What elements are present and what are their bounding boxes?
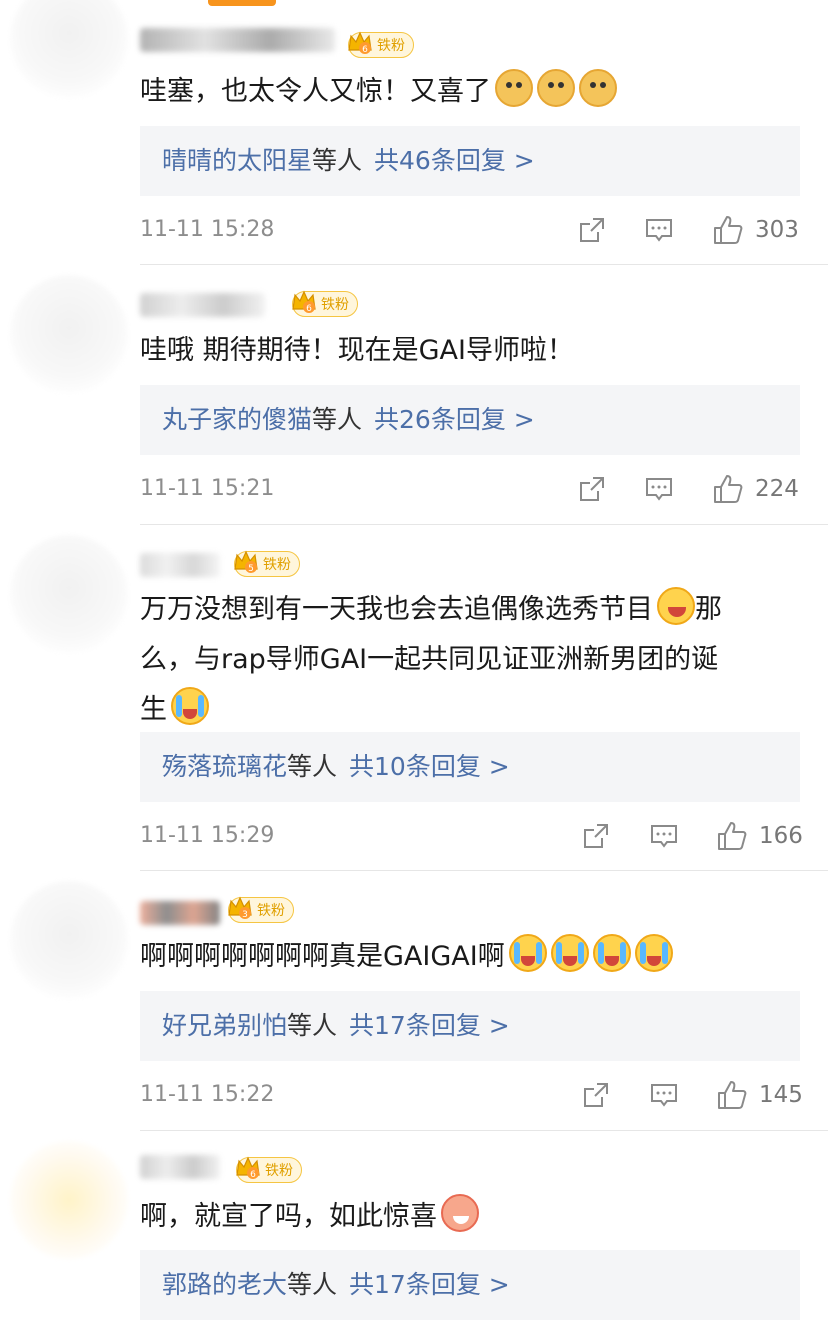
- comment-text: 万万没想到有一天我也会去追偶像选秀节目那 么，与rap导师GAI一起共同见证亚洲…: [140, 585, 810, 735]
- timestamp: 11-11 15:28: [140, 217, 275, 242]
- comment-item: 5 铁粉 万万没想到有一天我也会去追偶像选秀节目那 么，与rap导师GAI一起共…: [0, 525, 828, 871]
- like-icon[interactable]: [712, 473, 744, 505]
- crown-icon: 5: [231, 547, 261, 577]
- comment-meta: 11-11 15:22 145: [140, 1075, 803, 1115]
- comment-text: 哇哦 期待期待！现在是GAI导师啦！: [140, 335, 574, 366]
- comment-icon[interactable]: [650, 1081, 678, 1109]
- reply-names[interactable]: 丸子家的傻猫: [162, 405, 312, 434]
- timestamp: 11-11 15:21: [140, 476, 275, 501]
- badge-label: 铁粉: [265, 1163, 293, 1179]
- comment-icon[interactable]: [650, 822, 678, 850]
- tears-joy-emoji-icon: [634, 934, 673, 972]
- fan-badge: 6 铁粉: [348, 31, 414, 58]
- reply-names[interactable]: 郭路的老大: [162, 1270, 287, 1299]
- comment-meta: 11-11 15:21 224: [140, 469, 800, 509]
- doge-emoji-icon: [495, 69, 533, 107]
- comment-item: 6 铁粉 哇塞，也太令人又惊！又喜了 晴晴的太阳星等人 共46条回复 > 11-1…: [0, 0, 828, 265]
- reply-count-link[interactable]: 共46条回复 >: [374, 146, 535, 175]
- comment-meta: 11-11 15:28 303: [140, 210, 800, 250]
- tears-joy-emoji-icon: [508, 934, 547, 972]
- reply-names[interactable]: 殇落琉璃花: [162, 752, 287, 781]
- avatar[interactable]: [10, 0, 128, 98]
- reply-summary[interactable]: 丸子家的傻猫等人 共26条回复 >: [140, 385, 800, 455]
- avatar[interactable]: [10, 535, 128, 653]
- share-icon[interactable]: [582, 822, 610, 850]
- timestamp: 11-11 15:29: [140, 823, 275, 848]
- reply-names[interactable]: 晴晴的太阳星: [162, 146, 312, 175]
- avatar[interactable]: [10, 881, 128, 999]
- reply-count-link[interactable]: 共26条回复 >: [374, 405, 535, 434]
- comment-item: 6 铁粉 啊，就宣了吗，如此惊喜 郭路的老大等人 共17条回复 >: [0, 1131, 828, 1330]
- comment-icon[interactable]: [645, 216, 673, 244]
- username-blurred[interactable]: [140, 901, 220, 925]
- like-icon[interactable]: [716, 1079, 748, 1111]
- share-icon[interactable]: [582, 1081, 610, 1109]
- cute-face-emoji-icon: [441, 1194, 479, 1232]
- svg-text:6: 6: [250, 1170, 256, 1180]
- avatar[interactable]: [10, 275, 128, 393]
- comment-text: 哇塞，也太令人又惊！又喜了: [140, 68, 810, 116]
- crown-icon: 3: [225, 893, 255, 923]
- like-count: 224: [755, 476, 799, 502]
- laugh-cry-emoji-icon: [657, 587, 695, 625]
- fan-badge: 6 铁粉: [236, 1156, 302, 1183]
- share-icon[interactable]: [578, 216, 606, 244]
- comment-icon[interactable]: [645, 475, 673, 503]
- svg-text:6: 6: [306, 304, 312, 314]
- share-icon[interactable]: [578, 475, 606, 503]
- reply-count-link[interactable]: 共10条回复 >: [349, 752, 510, 781]
- reply-summary[interactable]: 晴晴的太阳星等人 共46条回复 >: [140, 126, 800, 196]
- like-count: 145: [759, 1082, 803, 1108]
- reply-summary[interactable]: 郭路的老大等人 共17条回复 >: [140, 1250, 800, 1320]
- comment-text: 啊啊啊啊啊啊啊真是GAIGAI啊: [140, 933, 810, 981]
- tears-joy-emoji-icon: [592, 934, 631, 972]
- crown-icon: 6: [345, 28, 375, 58]
- username-blurred[interactable]: [140, 553, 220, 577]
- comment-item: 6 铁粉 哇哦 期待期待！现在是GAI导师啦！ 丸子家的傻猫等人 共26条回复 >…: [0, 265, 828, 525]
- like-icon[interactable]: [716, 820, 748, 852]
- fan-badge: 3 铁粉: [228, 896, 294, 923]
- badge-label: 铁粉: [321, 297, 349, 313]
- crown-icon: 6: [233, 1153, 263, 1183]
- badge-label: 铁粉: [263, 557, 291, 573]
- tears-joy-emoji-icon: [171, 687, 209, 725]
- svg-text:3: 3: [242, 910, 248, 920]
- like-count: 303: [755, 217, 799, 243]
- badge-label: 铁粉: [257, 903, 285, 919]
- reply-summary[interactable]: 好兄弟别怕等人 共17条回复 >: [140, 991, 800, 1061]
- username-blurred[interactable]: [140, 1155, 220, 1179]
- fan-badge: 5 铁粉: [234, 550, 300, 577]
- doge-emoji-icon: [537, 69, 575, 107]
- username-blurred[interactable]: [140, 28, 335, 52]
- timestamp: 11-11 15:22: [140, 1082, 275, 1107]
- comment-text: 啊，就宣了吗，如此惊喜: [140, 1193, 810, 1241]
- like-count: 166: [759, 823, 803, 849]
- reply-names[interactable]: 好兄弟别怕: [162, 1011, 287, 1040]
- like-icon[interactable]: [712, 214, 744, 246]
- comment-meta: 11-11 15:29 166: [140, 816, 803, 856]
- fan-badge: 6 铁粉: [292, 290, 358, 317]
- reply-count-link[interactable]: 共17条回复 >: [349, 1011, 510, 1040]
- reply-summary[interactable]: 殇落琉璃花等人 共10条回复 >: [140, 732, 800, 802]
- svg-text:5: 5: [248, 564, 254, 574]
- doge-emoji-icon: [579, 69, 617, 107]
- comment-item: 3 铁粉 啊啊啊啊啊啊啊真是GAIGAI啊 好兄弟别怕等人 共17条回复 > 11…: [0, 871, 828, 1131]
- username-blurred[interactable]: [140, 293, 265, 317]
- badge-label: 铁粉: [377, 38, 405, 54]
- tears-joy-emoji-icon: [550, 934, 589, 972]
- avatar[interactable]: [10, 1141, 128, 1259]
- svg-text:6: 6: [362, 45, 368, 55]
- reply-count-link[interactable]: 共17条回复 >: [349, 1270, 510, 1299]
- crown-icon: 6: [289, 287, 319, 317]
